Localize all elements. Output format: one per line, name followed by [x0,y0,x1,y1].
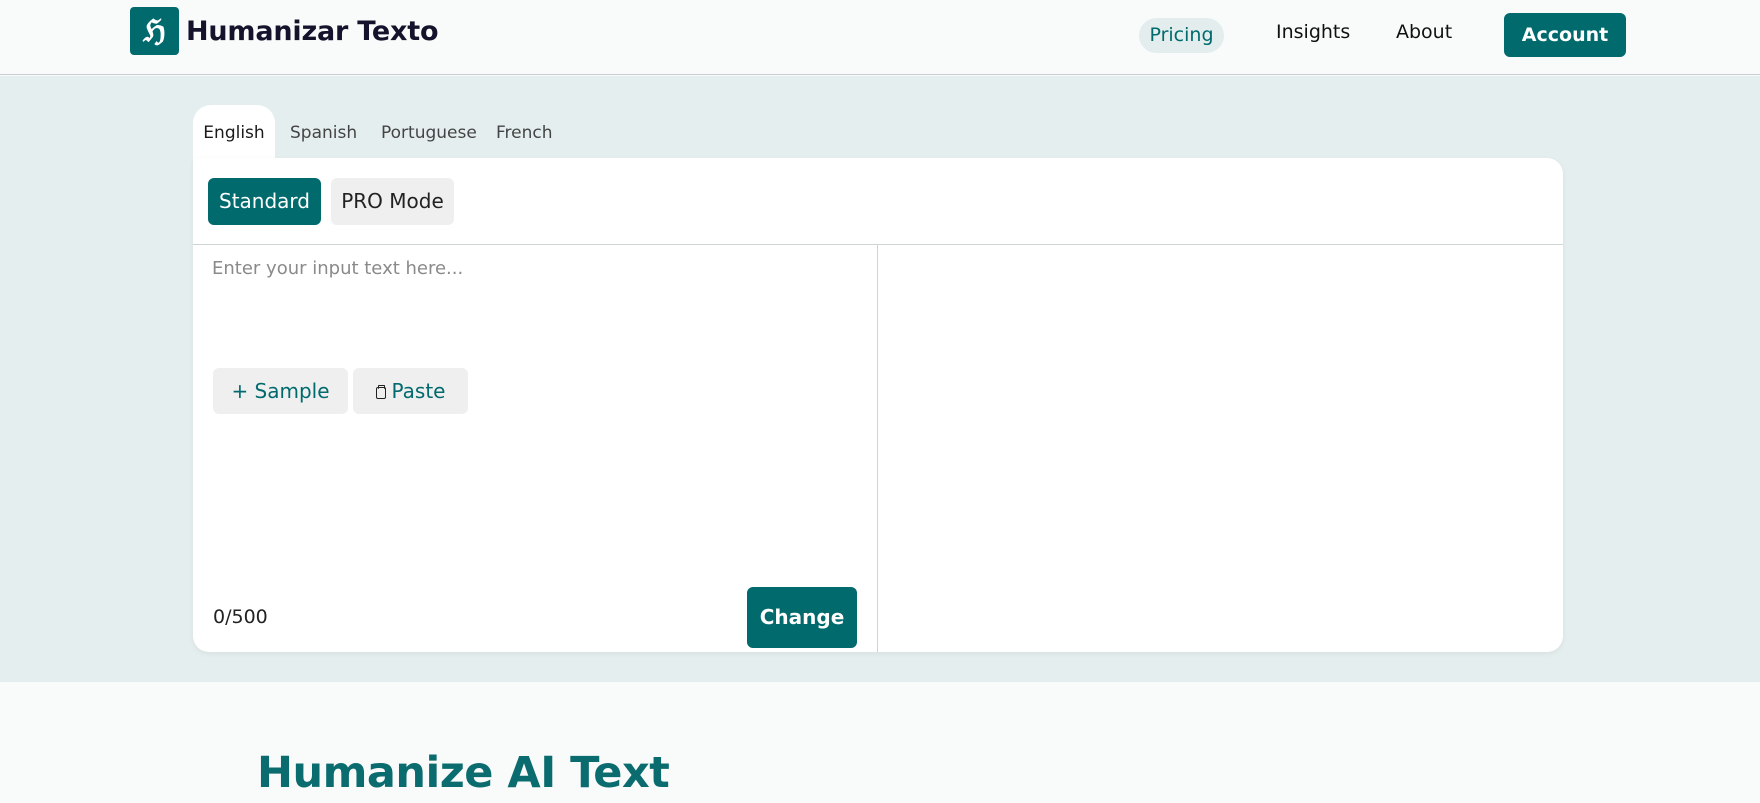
input-textarea[interactable] [212,258,852,318]
tab-french[interactable]: French [496,105,553,159]
section-title: Humanize AI Text [257,748,670,798]
tab-portuguese[interactable]: Portuguese [381,105,477,159]
nav-pricing-link[interactable]: Pricing [1139,18,1224,53]
sample-button[interactable]: + Sample [213,368,348,414]
site-header: ℌ Humanizar Texto Pricing Insights About… [0,0,1760,75]
nav-about-link[interactable]: About [1396,13,1452,51]
humanizer-card: Standard PRO Mode + Sample Paste 0/500 C… [193,158,1563,652]
paste-button[interactable]: Paste [353,368,468,414]
tab-english[interactable]: English [193,105,275,159]
change-button[interactable]: Change [747,587,857,648]
tab-spanish[interactable]: Spanish [290,105,357,159]
logo-text: Humanizar Texto [186,15,439,47]
account-button[interactable]: Account [1504,13,1626,57]
logo-mark-icon: ℌ [130,7,179,55]
divider [193,244,1563,245]
column-divider [877,245,878,652]
output-panel[interactable] [879,246,1561,650]
paste-label: Paste [391,379,446,403]
character-counter: 0/500 [213,606,268,628]
standard-mode-button[interactable]: Standard [208,178,321,225]
pro-mode-button[interactable]: PRO Mode [331,178,454,225]
nav-insights-link[interactable]: Insights [1276,13,1350,51]
logo[interactable]: ℌ Humanizar Texto [130,7,439,55]
clipboard-icon [375,385,386,399]
